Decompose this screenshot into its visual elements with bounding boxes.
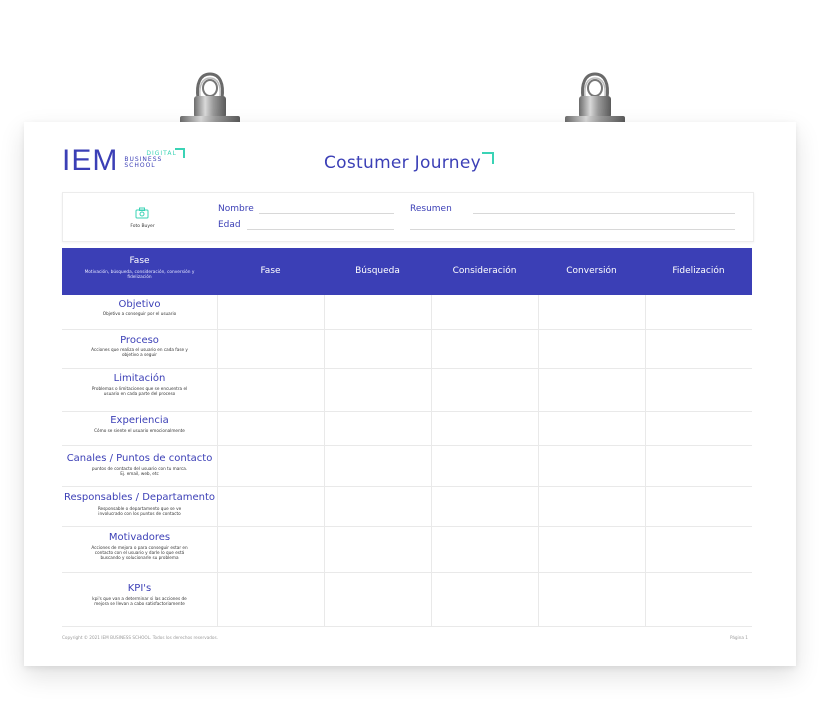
row-description: Responsable o departamento que se ve inv… <box>97 506 182 516</box>
row-title: KPI's <box>127 583 152 594</box>
column-header-busqueda: Búsqueda <box>355 266 400 276</box>
column-divider <box>538 295 539 626</box>
row-title: Canales / Puntos de contacto <box>66 453 213 464</box>
footer-page-number: Página 1 <box>730 635 748 640</box>
brand-logo: IEM DIGITAL BUSINESS SCHOOL <box>62 146 177 176</box>
photo-buyer-label: Foto Buyer <box>130 224 155 229</box>
camera-icon <box>135 207 149 219</box>
logo-corner-accent <box>175 148 185 158</box>
logo-subtitle: DIGITAL BUSINESS SCHOOL <box>124 151 176 169</box>
age-label: Edad <box>218 220 241 230</box>
name-field[interactable] <box>259 213 394 214</box>
table-row-experiencia: Experiencia Cómo se siente el usuario em… <box>62 412 752 446</box>
table-row-canales: Canales / Puntos de contacto puntos de c… <box>62 446 752 487</box>
age-field[interactable] <box>247 229 394 230</box>
table-row-objetivo: Objetivo Objetivo a conseguir por el usu… <box>62 295 752 330</box>
logo-line-school: SCHOOL <box>124 162 156 169</box>
header-phase-title: Fase <box>129 256 150 266</box>
table-header: Fase Motivación, búsqueda, consideración… <box>62 248 752 295</box>
header-phase-subtitle: Motivación, búsqueda, consideración, con… <box>84 270 195 281</box>
row-title: Responsables / Departamento <box>64 492 215 503</box>
table-row-responsables: Responsables / Departamento Responsable … <box>62 487 752 527</box>
table-row-limitacion: Limitación Problemas o limitaciones que … <box>62 369 752 412</box>
row-title: Limitación <box>113 373 166 384</box>
column-header-fase: Fase <box>260 266 281 276</box>
column-header-fidelizacion: Fidelización <box>672 266 725 276</box>
summary-label: Resumen <box>410 204 452 214</box>
row-description: Objetivo a conseguir por el usuario <box>102 311 177 316</box>
summary-field-line-1[interactable] <box>473 213 735 214</box>
table-row-kpis: KPI's kpi's que van a determinar si las … <box>62 573 752 627</box>
footer-copyright: Copyright © 2021 IEM BUSINESS SCHOOL. To… <box>62 635 219 640</box>
column-divider <box>324 295 325 626</box>
row-description: Problemas o limitaciones que se encuentr… <box>91 386 188 396</box>
column-header-consideracion: Consideración <box>452 266 517 276</box>
row-description: Cómo se siente el usuario emocionalmente <box>94 428 185 433</box>
row-description: puntos de contacto del usuario con tu ma… <box>91 466 188 476</box>
column-divider <box>217 295 218 626</box>
table-row-motivadores: Motivadores Acciones de mejora o para co… <box>62 527 752 573</box>
title-corner-accent <box>482 152 494 164</box>
row-description: kpi's que van a determinar si las accion… <box>92 596 187 606</box>
column-header-conversion: Conversión <box>566 266 617 276</box>
document-sheet: IEM DIGITAL BUSINESS SCHOOL Costumer Jou… <box>24 122 796 666</box>
row-title: Experiencia <box>110 415 169 426</box>
row-title: Motivadores <box>108 532 171 543</box>
table-row-proceso: Proceso Acciones que realiza el usuario … <box>62 330 752 369</box>
column-divider <box>645 295 646 626</box>
row-description: Acciones de mejora o para conseguir esta… <box>91 545 188 560</box>
name-label: Nombre <box>218 204 254 214</box>
logo-text: IEM <box>62 144 119 177</box>
column-divider <box>431 295 432 626</box>
row-title: Proceso <box>120 335 159 346</box>
row-title: Objetivo <box>118 299 161 310</box>
row-description: Acciones que realiza el usuario en cada … <box>91 347 188 357</box>
summary-field-line-2[interactable] <box>410 229 735 230</box>
document-title: Costumer Journey <box>324 153 481 173</box>
buyer-persona-box: Foto Buyer Nombre Edad Resumen <box>62 192 754 242</box>
